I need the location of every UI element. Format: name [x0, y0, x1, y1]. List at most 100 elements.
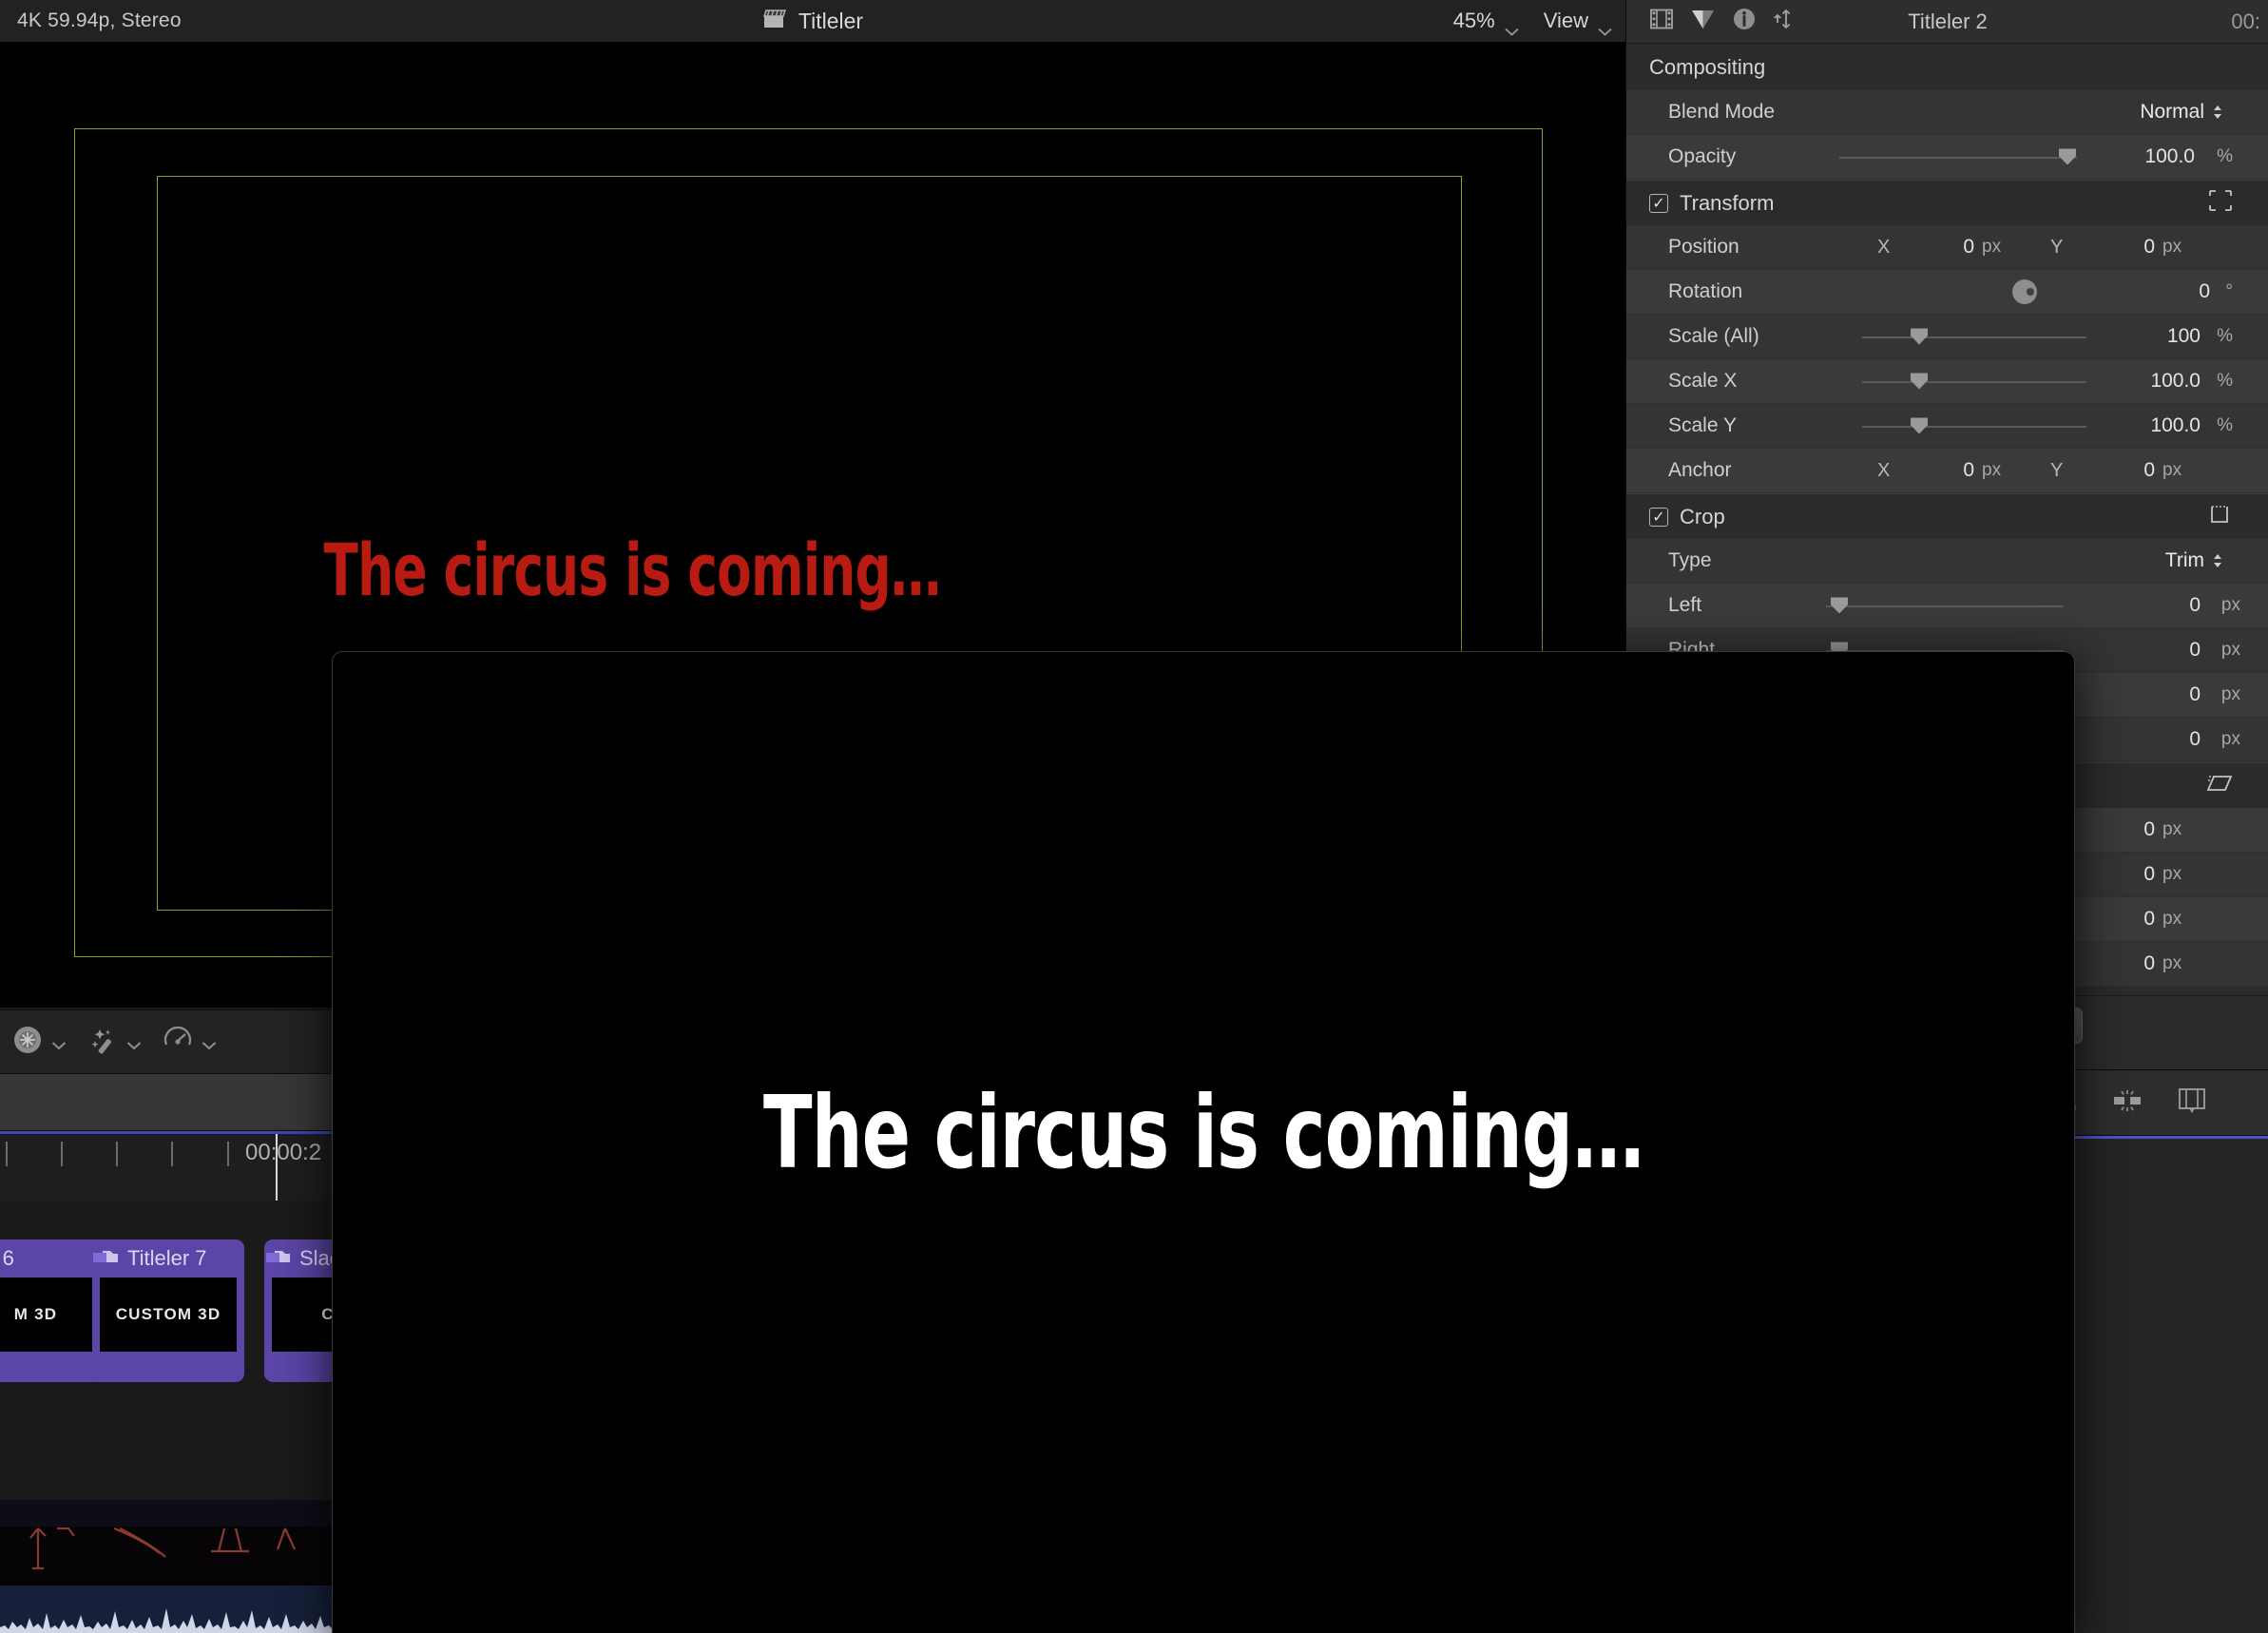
row-crop-type[interactable]: Type Trim — [1626, 539, 2268, 584]
position-y-unit: px — [2162, 237, 2182, 257]
crop-left-slider-track[interactable] — [1826, 605, 2064, 607]
anchor-x-value[interactable]: 0 — [1929, 459, 1974, 482]
anchor-x-unit: px — [1982, 460, 2002, 480]
filmstrip-icon[interactable] — [2177, 1086, 2207, 1120]
audio-meter-icon[interactable] — [2110, 1085, 2144, 1121]
position-x-value[interactable]: 0 — [1929, 236, 1974, 259]
preview-window[interactable]: The circus is coming… — [333, 652, 2074, 1633]
scale-y-slider-track[interactable] — [1862, 426, 2086, 428]
section-header-compositing[interactable]: Compositing — [1626, 45, 2268, 90]
scale-x-slider-knob[interactable] — [1911, 373, 1928, 390]
keyframe-marker[interactable] — [266, 1253, 279, 1262]
scale-y-slider-knob[interactable] — [1911, 417, 1928, 434]
position-x-axis-label: X — [1877, 236, 1891, 258]
blend-mode-popup[interactable]: Normal — [2140, 101, 2223, 124]
timeline-index-area — [0, 1074, 333, 1131]
row-label: Scale Y — [1668, 414, 1737, 436]
scale-all-slider-track[interactable] — [1862, 336, 2086, 338]
crop-top-value[interactable]: 0 — [2189, 683, 2201, 706]
scale-all-slider-knob[interactable] — [1911, 328, 1928, 345]
distort-4-y-unit: px — [2162, 953, 2182, 973]
audio-waveform-strip[interactable] — [0, 1585, 333, 1633]
row-label: Blend Mode — [1668, 101, 1776, 123]
row-label: Scale X — [1668, 370, 1738, 392]
crop-type-value: Trim — [2164, 549, 2204, 571]
anchor-y-value[interactable]: 0 — [2109, 459, 2155, 482]
opacity-unit: % — [2217, 146, 2233, 166]
position-y-value[interactable]: 0 — [2109, 236, 2155, 259]
row-anchor[interactable]: Anchor X 0 px Y 0 px — [1626, 449, 2268, 493]
row-label: Anchor — [1668, 459, 1732, 481]
crop-left-slider-knob[interactable] — [1831, 597, 1848, 614]
rotation-dial[interactable] — [2012, 279, 2037, 304]
opacity-slider-track[interactable] — [1839, 157, 2077, 159]
chevron-down-icon — [202, 1038, 217, 1049]
row-crop-left[interactable]: Left 0 px — [1626, 584, 2268, 628]
preview-window-text: The circus is coming… — [763, 1075, 1644, 1191]
scale-x-unit: % — [2217, 371, 2233, 391]
row-position[interactable]: Position X 0 px Y 0 px — [1626, 225, 2268, 270]
crop-left-unit: px — [2220, 595, 2240, 615]
crop-corner-icon[interactable] — [2208, 503, 2233, 531]
crop-checkbox[interactable]: ✓ — [1649, 507, 1668, 527]
transitions-button[interactable] — [11, 1024, 67, 1061]
clip-label: er 6 — [0, 1246, 14, 1270]
row-scale-x[interactable]: Scale X 100.0 % — [1626, 359, 2268, 404]
scale-x-slider-track[interactable] — [1862, 381, 2086, 383]
rotation-value[interactable]: 0 — [2199, 280, 2210, 303]
row-scale-all[interactable]: Scale (All) 100 % — [1626, 315, 2268, 359]
crop-left-value[interactable]: 0 — [2189, 594, 2201, 617]
scale-x-value[interactable]: 100.0 — [2150, 370, 2201, 393]
clip-label: Titleler 7 — [127, 1246, 207, 1270]
section-label: Transform — [1680, 190, 1775, 215]
transform-bbox-icon[interactable] — [2208, 189, 2233, 218]
row-rotation[interactable]: Rotation 0 ° — [1626, 270, 2268, 315]
view-label: View — [1543, 9, 1588, 32]
crop-right-value[interactable]: 0 — [2189, 639, 2201, 662]
clip-titleler-7[interactable]: Titleler 7 CUSTOM 3D — [92, 1239, 244, 1382]
distort-parallelogram-icon[interactable] — [2206, 772, 2233, 800]
zoom-level-dropdown[interactable]: 45% — [1452, 9, 1519, 36]
viewer-toolbar: 4K 59.94p, Stereo Titleler 45% View — [0, 0, 1625, 43]
distort-3-y-unit: px — [2162, 909, 2182, 929]
distort-1-y-value[interactable]: 0 — [2109, 818, 2155, 841]
row-label: Scale (All) — [1668, 325, 1759, 347]
crop-bottom-value[interactable]: 0 — [2189, 728, 2201, 751]
row-label: Position — [1668, 236, 1739, 258]
row-label: Type — [1668, 549, 1712, 571]
position-y-axis-label: Y — [2050, 236, 2064, 258]
crop-type-popup[interactable]: Trim — [2165, 549, 2223, 572]
view-dropdown[interactable]: View — [1543, 9, 1612, 36]
distort-2-y-value[interactable]: 0 — [2109, 863, 2155, 886]
chevron-down-icon — [1598, 17, 1612, 36]
section-header-crop[interactable]: ✓ Crop — [1626, 493, 2268, 539]
effects-button[interactable] — [86, 1024, 142, 1061]
transform-checkbox[interactable]: ✓ — [1649, 193, 1668, 213]
crop-top-unit: px — [2220, 684, 2240, 704]
opacity-slider-knob[interactable] — [2059, 148, 2076, 165]
row-opacity[interactable]: Opacity 100.0 % — [1626, 135, 2268, 180]
distort-3-y-value[interactable]: 0 — [2109, 908, 2155, 931]
viewer-toolbar-right: 45% View — [1452, 9, 1612, 36]
row-scale-y[interactable]: Scale Y 100.0 % — [1626, 404, 2268, 449]
row-blend-mode[interactable]: Blend Mode Normal — [1626, 90, 2268, 135]
stepper-updown-icon — [2212, 103, 2223, 122]
section-label: Compositing — [1649, 55, 1766, 79]
keyframe-marker[interactable] — [93, 1253, 106, 1262]
storyline-image-strip[interactable] — [0, 1500, 333, 1585]
row-label: Opacity — [1668, 145, 1737, 167]
scale-all-value[interactable]: 100 — [2167, 325, 2201, 348]
zoom-level-value: 45% — [1452, 9, 1495, 32]
transitions-wheel-icon — [11, 1024, 44, 1061]
distort-2-y-unit: px — [2162, 864, 2182, 884]
timeline-timecode: 00:00:2 — [245, 1140, 322, 1165]
distort-4-y-value[interactable]: 0 — [2109, 952, 2155, 975]
section-header-transform[interactable]: ✓ Transform — [1626, 180, 2268, 225]
opacity-value[interactable]: 100.0 — [2144, 145, 2195, 168]
distort-1-y-unit: px — [2162, 819, 2182, 839]
retime-button[interactable] — [162, 1024, 217, 1061]
scale-y-value[interactable]: 100.0 — [2150, 414, 2201, 437]
position-x-unit: px — [1982, 237, 2002, 257]
clapperboard-icon — [762, 9, 787, 34]
timeline-ruler[interactable]: 00:00:2 — [0, 1134, 333, 1495]
